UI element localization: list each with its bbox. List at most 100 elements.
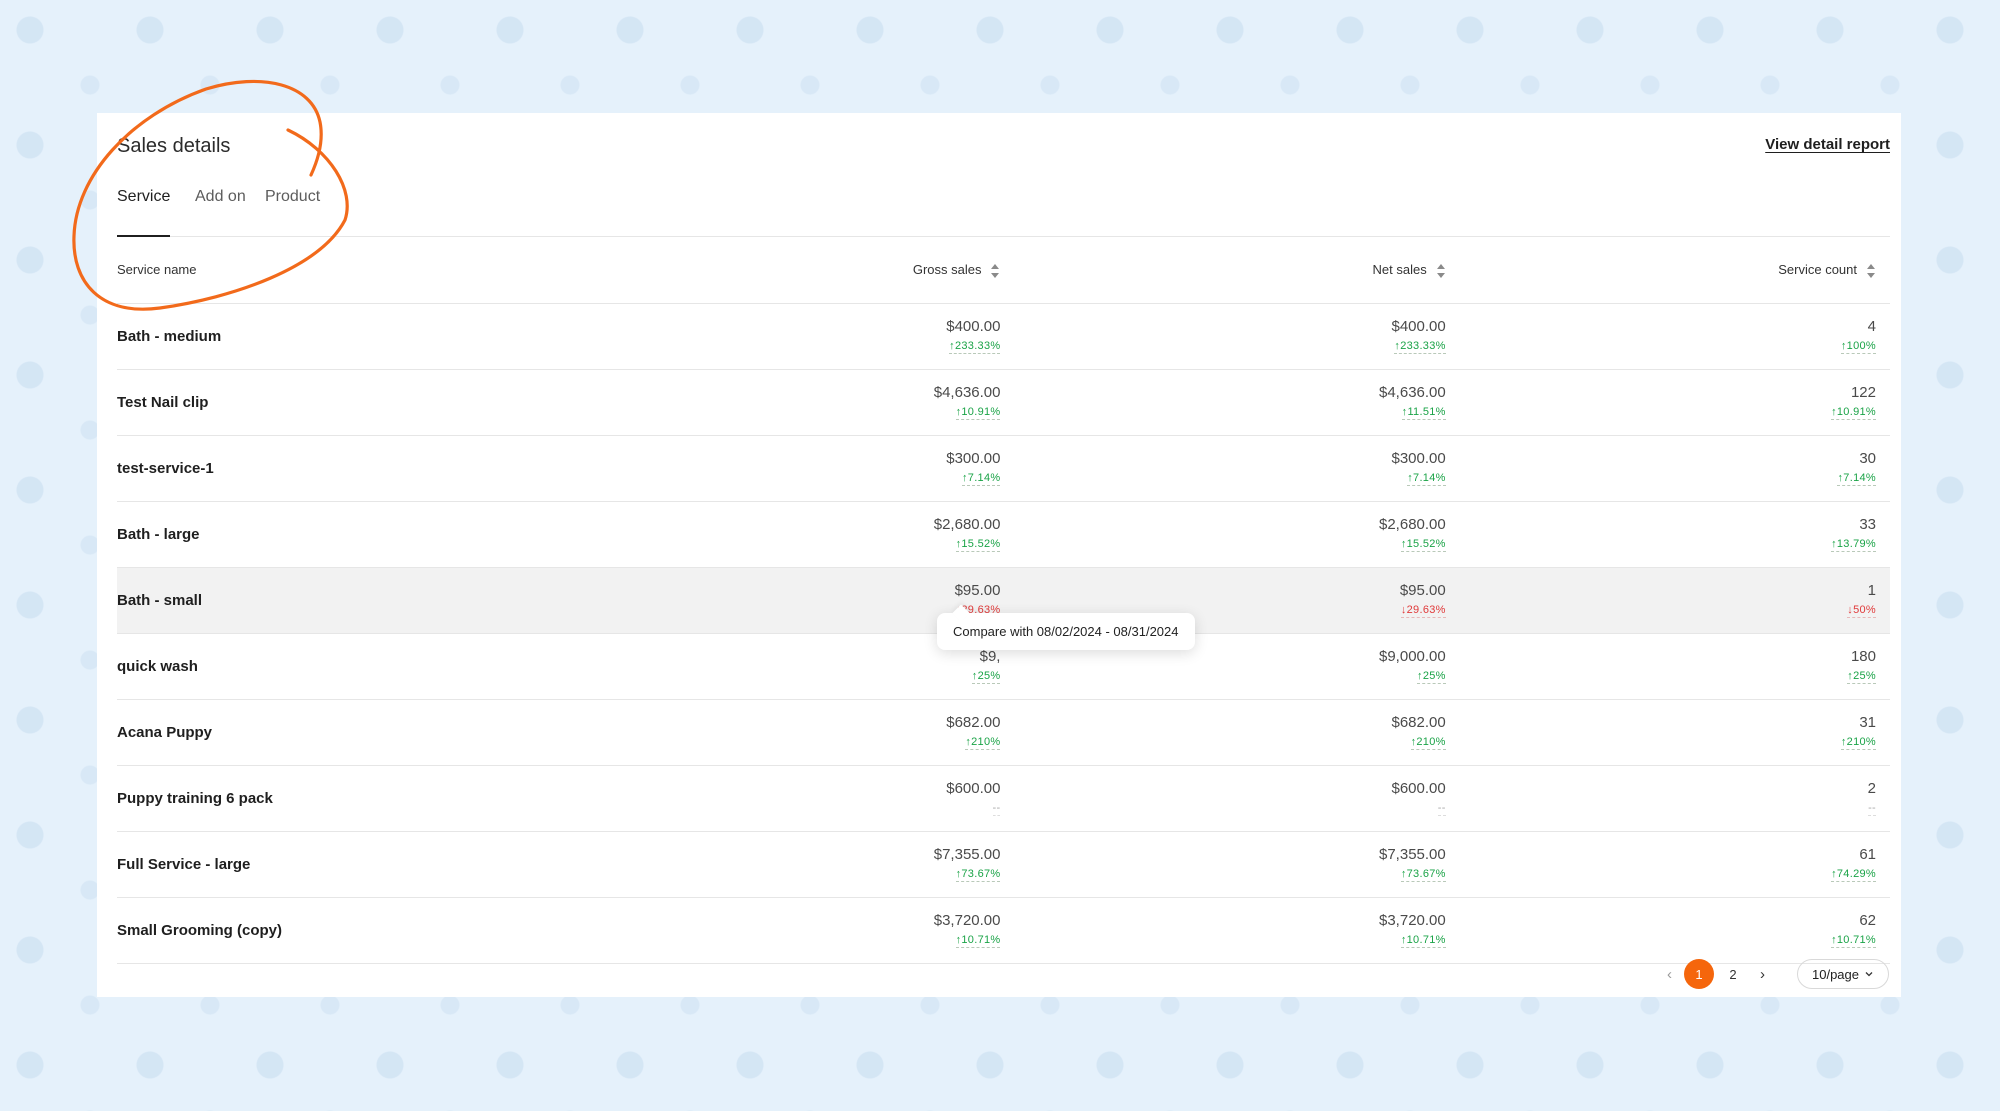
count-delta[interactable]: ↑100%: [1840, 340, 1876, 354]
column-header-gross-sales[interactable]: Gross sales: [638, 237, 1002, 304]
count-value: 4: [1867, 318, 1876, 335]
gross-cell: $3,720.00 ↑10.71%: [638, 897, 1002, 964]
gross-cell: $682.00 ↑210%: [638, 699, 1002, 766]
pagination: ‹ 1 2 › 10/page: [1657, 959, 1889, 989]
net-value: $9,000.00: [1379, 648, 1446, 665]
gross-value: $400.00: [946, 318, 1001, 335]
net-delta[interactable]: ↑210%: [1410, 736, 1446, 750]
service-name-cell: quick wash: [117, 633, 639, 700]
sort-icon[interactable]: [1436, 263, 1446, 278]
count-value: 33: [1859, 516, 1876, 533]
net-value: $400.00: [1391, 318, 1446, 335]
service-name-cell: Acana Puppy: [117, 699, 639, 766]
gross-cell: $7,355.00 ↑73.67%: [638, 831, 1002, 898]
count-cell: 1 ↓50%: [1445, 567, 1890, 634]
net-cell: $682.00 ↑210%: [1001, 699, 1446, 766]
prev-page-icon[interactable]: ‹: [1657, 966, 1682, 983]
gross-delta[interactable]: ↑73.67%: [955, 868, 1001, 882]
gross-delta[interactable]: --: [992, 802, 1001, 816]
page-size-select[interactable]: 10/page: [1797, 959, 1889, 989]
sales-details-card: Sales details View detail report Service…: [97, 113, 1901, 997]
gross-delta[interactable]: ↑25%: [971, 670, 1001, 684]
gross-delta[interactable]: ↑15.52%: [955, 538, 1001, 552]
count-cell: 61 ↑74.29%: [1445, 831, 1890, 898]
count-value: 2: [1867, 780, 1876, 797]
next-page-icon[interactable]: ›: [1750, 966, 1775, 983]
count-delta[interactable]: ↑7.14%: [1837, 472, 1876, 486]
count-delta[interactable]: ↑74.29%: [1831, 868, 1876, 882]
gross-delta[interactable]: ↑10.71%: [955, 934, 1001, 948]
net-cell: $2,680.00 ↑15.52%: [1001, 501, 1446, 568]
net-delta[interactable]: ↑10.71%: [1400, 934, 1446, 948]
net-delta[interactable]: ↓29.63%: [1400, 604, 1446, 618]
count-cell: 122 ↑10.91%: [1445, 369, 1890, 436]
chevron-down-icon: [1865, 972, 1873, 977]
table-row: Full Service - large $7,355.00 ↑73.67% $7,3…: [117, 831, 1890, 898]
net-delta[interactable]: ↑25%: [1417, 670, 1446, 684]
count-value: 1: [1867, 582, 1876, 599]
count-delta[interactable]: ↑25%: [1847, 670, 1876, 684]
net-cell: $3,720.00 ↑10.71%: [1001, 897, 1446, 964]
net-value: $600.00: [1391, 780, 1446, 797]
service-name-cell: Full Service - large: [117, 831, 639, 898]
sort-icon[interactable]: [991, 263, 1000, 278]
count-delta[interactable]: ↑10.71%: [1831, 934, 1876, 948]
service-name-cell: Bath - medium: [117, 303, 639, 370]
count-delta[interactable]: ↑10.91%: [1831, 406, 1876, 420]
net-delta[interactable]: ↑11.51%: [1401, 406, 1446, 420]
net-delta[interactable]: ↑15.52%: [1400, 538, 1446, 552]
count-delta[interactable]: ↓50%: [1847, 604, 1876, 618]
service-name-cell: Small Grooming (copy): [117, 897, 639, 964]
net-delta[interactable]: ↑233.33%: [1394, 340, 1446, 354]
net-delta[interactable]: ↑7.14%: [1407, 472, 1446, 486]
gross-delta[interactable]: ↑10.91%: [955, 406, 1001, 420]
count-cell: 4 ↑100%: [1445, 303, 1890, 370]
gross-value: $3,720.00: [933, 912, 1001, 929]
sales-table: Service name Gross sales Net sales Servi…: [117, 237, 1890, 964]
gross-cell: $4,636.00 ↑10.91%: [638, 369, 1002, 436]
gross-cell: $600.00 --: [638, 765, 1002, 832]
count-cell: 33 ↑13.79%: [1445, 501, 1890, 568]
net-delta[interactable]: ↑73.67%: [1400, 868, 1446, 882]
service-name-cell: test-service-1: [117, 435, 639, 502]
table-row: Test Nail clip $4,636.00 ↑10.91% $4,636.00 ↑…: [117, 369, 1890, 436]
gross-value: $600.00: [946, 780, 1001, 797]
column-header-net-sales[interactable]: Net sales: [1001, 237, 1446, 304]
count-cell: 62 ↑10.71%: [1445, 897, 1890, 964]
page-2-button[interactable]: 2: [1718, 959, 1748, 989]
gross-delta[interactable]: ↑210%: [965, 736, 1001, 750]
table-row: Acana Puppy $682.00 ↑210% $682.00 ↑210% 31 ↑21…: [117, 699, 1890, 766]
gross-value: $95.00: [954, 582, 1001, 599]
count-value: 180: [1850, 648, 1876, 665]
table-header-row: Service name Gross sales Net sales Servi…: [117, 237, 1890, 304]
page-1-button[interactable]: 1: [1684, 959, 1714, 989]
net-cell: $300.00 ↑7.14%: [1001, 435, 1446, 502]
count-value: 61: [1859, 846, 1876, 863]
gross-delta[interactable]: ↑233.33%: [949, 340, 1001, 354]
service-name-cell: Bath - small: [117, 567, 639, 634]
net-value: $95.00: [1399, 582, 1446, 599]
column-header-service-count[interactable]: Service count: [1445, 237, 1890, 304]
gross-cell: $400.00 ↑233.33%: [638, 303, 1002, 370]
gross-delta[interactable]: ↑7.14%: [961, 472, 1001, 486]
tab-product[interactable]: Product: [265, 188, 320, 224]
tab-add-on[interactable]: Add on: [195, 188, 246, 224]
tab-service[interactable]: Service: [117, 188, 171, 237]
net-value: $4,636.00: [1379, 384, 1446, 401]
service-name-cell: Puppy training 6 pack: [117, 765, 639, 832]
gross-value: $9,: [979, 648, 1001, 665]
table-row: Puppy training 6 pack $600.00 -- $600.00 -- 2…: [117, 765, 1890, 832]
gross-value: $682.00: [946, 714, 1001, 731]
count-delta[interactable]: ↑13.79%: [1831, 538, 1876, 552]
tab-bar: Service Add on Product: [117, 176, 1890, 237]
count-delta[interactable]: --: [1868, 802, 1876, 816]
count-delta[interactable]: ↑210%: [1840, 736, 1876, 750]
net-value: $3,720.00: [1379, 912, 1446, 929]
table-row: Bath - large $2,680.00 ↑15.52% $2,680.00 ↑15…: [117, 501, 1890, 568]
view-detail-report-link[interactable]: View detail report: [1765, 136, 1890, 153]
gross-cell: $300.00 ↑7.14%: [638, 435, 1002, 502]
net-delta[interactable]: --: [1437, 802, 1446, 816]
sort-icon[interactable]: [1867, 263, 1876, 278]
count-cell: 180 ↑25%: [1445, 633, 1890, 700]
column-header-service-name: Service name: [117, 237, 639, 304]
